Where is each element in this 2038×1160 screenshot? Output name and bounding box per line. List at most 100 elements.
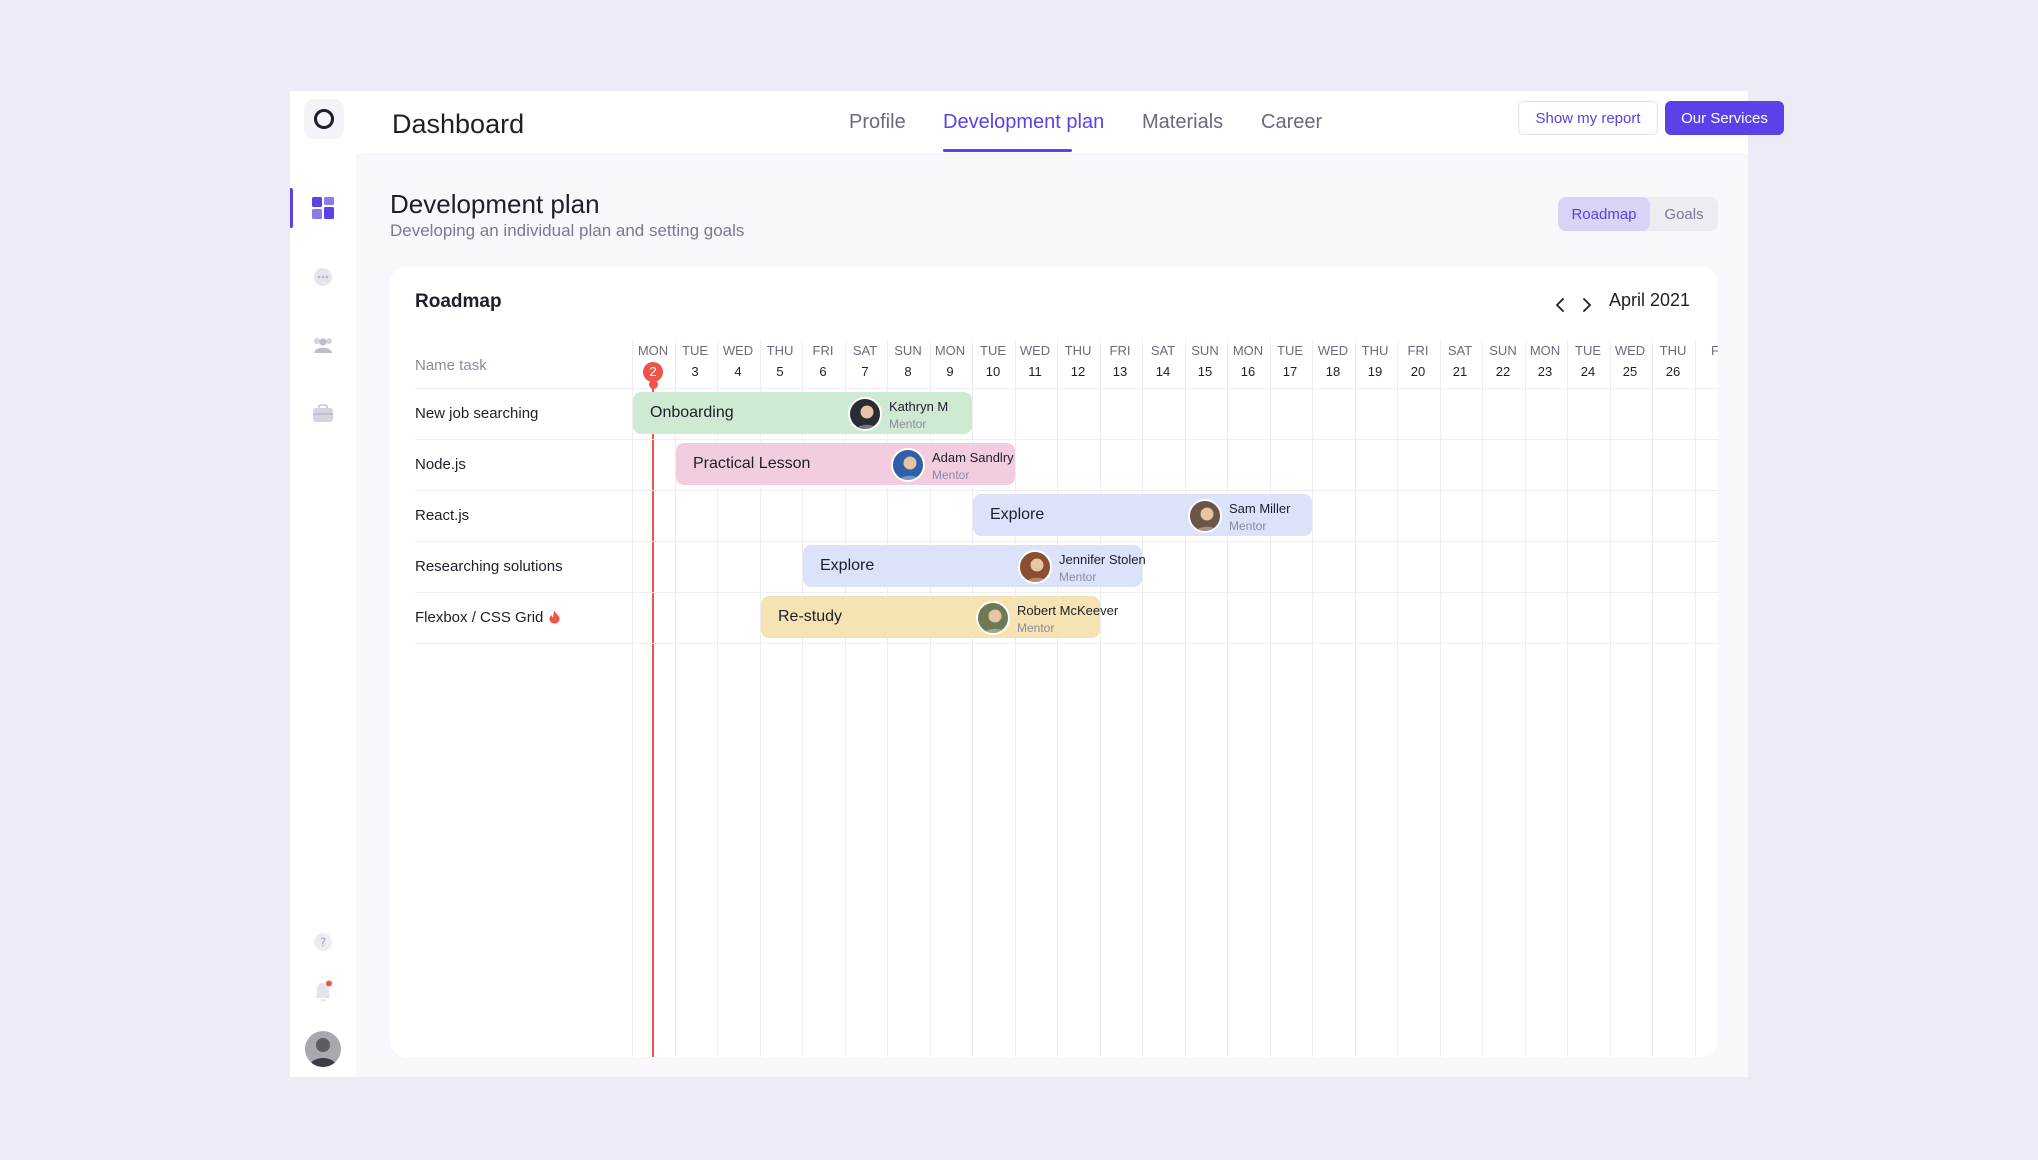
row-divider bbox=[415, 490, 1718, 491]
day-number-label: 18 bbox=[1312, 364, 1354, 379]
day-of-week-label: THU bbox=[1361, 343, 1389, 358]
next-month-button[interactable] bbox=[1577, 295, 1597, 315]
bell-icon[interactable] bbox=[310, 979, 336, 1005]
day-number-text: 15 bbox=[1197, 364, 1213, 379]
task-name: Node.js bbox=[415, 456, 466, 473]
day-number-text: 26 bbox=[1665, 364, 1681, 379]
show-report-button[interactable]: Show my report bbox=[1518, 101, 1658, 135]
task-bar-label: Onboarding bbox=[650, 404, 734, 421]
day-number-text: 16 bbox=[1240, 364, 1256, 379]
help-icon[interactable]: ? bbox=[310, 929, 336, 955]
task-bar[interactable]: Explore Jennifer Stolen Mentor bbox=[803, 545, 1146, 587]
task-name: New job searching bbox=[415, 405, 538, 422]
day-of-week-label: FRI bbox=[1407, 343, 1429, 358]
goals-toggle-button[interactable]: Goals bbox=[1650, 197, 1718, 231]
task-name: React.js bbox=[415, 507, 469, 524]
day-column-line bbox=[1185, 339, 1186, 1057]
day-number-text: 24 bbox=[1580, 364, 1596, 379]
header-divider bbox=[415, 388, 1718, 389]
task-bar[interactable]: Re-study Robert McKeever Mentor bbox=[761, 596, 1118, 638]
day-number-label: 8 bbox=[887, 364, 929, 379]
day-of-week-label: THU bbox=[1064, 343, 1092, 358]
mentor-name: Adam Sandlry bbox=[932, 450, 1014, 465]
day-of-week-label: WED bbox=[1317, 343, 1349, 358]
app-window: ? Dashboard Profile Development plan Mat… bbox=[290, 91, 1784, 1077]
day-number-label: 11 bbox=[1014, 364, 1056, 379]
team-icon[interactable] bbox=[310, 332, 336, 358]
prev-month-button[interactable] bbox=[1550, 295, 1570, 315]
day-number-label: 10 bbox=[972, 364, 1014, 379]
sidebar: ? bbox=[290, 91, 356, 1077]
day-number-text: 11 bbox=[1028, 364, 1042, 379]
day-number-text: 6 bbox=[819, 364, 827, 379]
task-bar[interactable]: Practical Lesson Adam Sandlry Mentor bbox=[676, 443, 1015, 485]
mentor-role: Mentor bbox=[1017, 621, 1055, 635]
dashboard-grid-icon[interactable] bbox=[310, 195, 336, 221]
top-navigation: Dashboard Profile Development plan Mater… bbox=[356, 91, 1784, 153]
roadmap-card: Roadmap April 2021 Name task MON 2 TUE 3 WED… bbox=[390, 267, 1718, 1057]
day-of-week-label: WED bbox=[1614, 343, 1646, 358]
mentor-role: Mentor bbox=[889, 417, 927, 431]
tab-materials[interactable]: Materials bbox=[1142, 111, 1223, 134]
mentor-avatar[interactable] bbox=[848, 397, 882, 431]
task-bar[interactable]: Onboarding Kathryn M Mentor bbox=[633, 392, 972, 434]
tab-career[interactable]: Career bbox=[1261, 111, 1322, 134]
sidebar-active-indicator bbox=[290, 188, 293, 228]
mentor-avatar[interactable] bbox=[1188, 499, 1222, 533]
logo-ring-icon[interactable] bbox=[304, 99, 344, 139]
day-number-label: 25 bbox=[1609, 364, 1651, 379]
day-number-text: 8 bbox=[904, 364, 912, 379]
mentor-avatar[interactable] bbox=[1018, 550, 1052, 584]
day-number-label: 14 bbox=[1142, 364, 1184, 379]
day-column-line bbox=[1015, 339, 1016, 1057]
svg-text:?: ? bbox=[320, 936, 326, 950]
our-services-button[interactable]: Our Services bbox=[1665, 101, 1784, 135]
day-number-text: 20 bbox=[1410, 364, 1426, 379]
day-column-line bbox=[1227, 339, 1228, 1057]
day-number-label: 9 bbox=[929, 364, 971, 379]
roadmap-toggle-button[interactable]: Roadmap bbox=[1558, 197, 1650, 231]
day-of-week-label: TUE bbox=[682, 343, 708, 358]
day-number-text: 22 bbox=[1495, 364, 1511, 379]
briefcase-icon[interactable] bbox=[310, 400, 336, 426]
mentor-avatar[interactable] bbox=[976, 601, 1010, 635]
day-column-line bbox=[1567, 339, 1568, 1057]
mentor-name: Robert McKeever bbox=[1017, 603, 1119, 618]
day-number-label: 5 bbox=[759, 364, 801, 379]
today-date-badge: 2 bbox=[632, 362, 674, 382]
active-tab-underline bbox=[943, 149, 1072, 152]
mentor-role: Mentor bbox=[1059, 570, 1097, 584]
day-column-line bbox=[1312, 339, 1313, 1057]
day-of-week-label: FRI bbox=[812, 343, 834, 358]
task-name-text: New job searching bbox=[415, 405, 539, 422]
day-number-text: 19 bbox=[1367, 364, 1383, 379]
day-number-label: 24 bbox=[1567, 364, 1609, 379]
day-number-text: 3 bbox=[691, 364, 699, 379]
avatar[interactable] bbox=[305, 1031, 341, 1067]
chat-icon[interactable] bbox=[310, 264, 336, 290]
day-number-text: 4 bbox=[734, 364, 742, 379]
day-number-label: 13 bbox=[1099, 364, 1141, 379]
task-name-text: Researching solutions bbox=[415, 558, 563, 575]
day-column-line bbox=[1142, 339, 1143, 1057]
task-bar-label: Re-study bbox=[778, 608, 843, 625]
day-number-label: 16 bbox=[1227, 364, 1269, 379]
day-number-label: 22 bbox=[1482, 364, 1524, 379]
day-of-week-label: SAT bbox=[852, 343, 878, 358]
tab-profile[interactable]: Profile bbox=[849, 111, 906, 134]
day-column-line bbox=[1610, 339, 1611, 1057]
view-toggle: Roadmap Goals bbox=[1558, 197, 1718, 231]
day-number-text: 23 bbox=[1537, 364, 1553, 379]
tab-development-plan[interactable]: Development plan bbox=[943, 111, 1104, 134]
row-divider bbox=[415, 439, 1718, 440]
mentor-avatar[interactable] bbox=[891, 448, 925, 482]
day-number-text: 13 bbox=[1112, 364, 1128, 379]
day-of-week-label: MON bbox=[934, 343, 966, 358]
task-name-text: Flexbox / CSS Grid bbox=[415, 609, 544, 626]
day-column-line bbox=[1397, 339, 1398, 1057]
day-number-label: 20 bbox=[1397, 364, 1439, 379]
chevron-right-icon bbox=[1583, 298, 1591, 312]
day-number-label: 12 bbox=[1057, 364, 1099, 379]
task-bar[interactable]: Explore Sam Miller Mentor bbox=[973, 494, 1312, 536]
day-number-label: 23 bbox=[1524, 364, 1566, 379]
